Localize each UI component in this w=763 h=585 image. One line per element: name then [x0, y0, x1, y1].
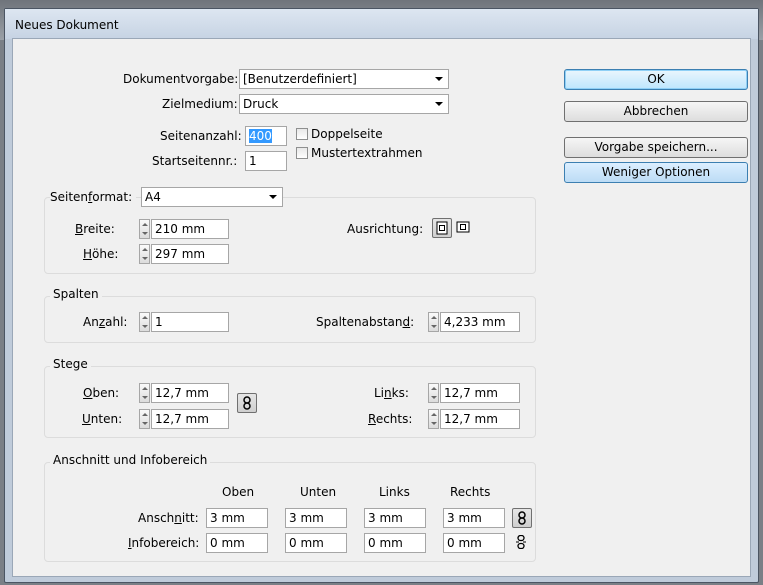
dialog-body: Dokumentvorgabe: [Benutzerdefiniert] Zie… [12, 38, 751, 577]
margin-bottom-input[interactable]: 12,7 mm [151, 409, 229, 429]
bleed-top-input[interactable]: 3 mm [206, 508, 268, 528]
bleed-left-input[interactable]: 3 mm [364, 508, 426, 528]
start-page-value: 1 [249, 154, 257, 168]
gutter-input[interactable]: 4,233 mm [440, 312, 520, 332]
height-label: Höhe: [83, 247, 119, 261]
pages-value: 400 [249, 129, 272, 143]
slug-right-input[interactable]: 0 mm [443, 533, 505, 553]
chevron-down-icon [269, 195, 277, 199]
portrait-page-icon [436, 221, 448, 235]
bleed-top-value: 3 mm [210, 511, 245, 525]
cancel-button[interactable]: Abbrechen [564, 101, 748, 122]
link-bleed-button[interactable] [512, 508, 532, 528]
new-document-dialog: Neues Dokument Dokumentvorgabe: [Benutze… [4, 8, 759, 583]
broken-chain-link-icon [516, 535, 526, 549]
chain-link-icon [518, 511, 526, 525]
width-value: 210 mm [155, 222, 206, 236]
page-size-value: A4 [145, 190, 161, 204]
portrait-orientation-button[interactable] [432, 218, 452, 238]
landscape-orientation-button[interactable] [453, 218, 473, 238]
slug-top-input[interactable]: 0 mm [206, 533, 268, 553]
margin-right-input[interactable]: 12,7 mm [440, 409, 520, 429]
pages-input[interactable]: 400 [245, 126, 287, 146]
margin-left-label: Links: [374, 386, 409, 400]
margin-bottom-stepper[interactable] [139, 409, 150, 429]
width-input[interactable]: 210 mm [151, 219, 229, 239]
intent-value: Druck [243, 97, 279, 111]
page-size-dropdown[interactable]: A4 [141, 187, 283, 207]
margin-right-label: Rechts: [368, 412, 413, 426]
orientation-label: Ausrichtung: [347, 222, 424, 236]
column-count-label: Anzahl: [83, 315, 128, 329]
width-label: Breite: [75, 222, 115, 236]
margin-top-input[interactable]: 12,7 mm [151, 383, 229, 403]
margin-left-stepper[interactable] [428, 383, 439, 403]
margin-bottom-label: Unten: [82, 412, 123, 426]
page-size-label: Seitenformat: [50, 190, 137, 204]
gutter-value: 4,233 mm [444, 315, 506, 329]
chain-link-icon [243, 396, 251, 410]
header-left: Links [379, 485, 410, 499]
margin-left-value: 12,7 mm [444, 386, 498, 400]
slug-left-input[interactable]: 0 mm [364, 533, 426, 553]
chevron-down-icon [435, 77, 443, 81]
header-top: Oben [222, 485, 255, 499]
margin-bottom-value: 12,7 mm [155, 412, 209, 426]
preset-label: Dokumentvorgabe: [123, 72, 239, 86]
margin-top-value: 12,7 mm [155, 386, 209, 400]
link-slug-button[interactable] [512, 533, 532, 553]
title-bar[interactable]: Neues Dokument [5, 9, 758, 39]
margin-left-input[interactable]: 12,7 mm [440, 383, 520, 403]
margins-title: Stege [50, 357, 91, 371]
gutter-label: Spaltenabstand: [316, 315, 415, 329]
dialog-title: Neues Dokument [15, 18, 119, 32]
pages-label: Seitenanzahl: [160, 129, 242, 143]
slug-bottom-input[interactable]: 0 mm [285, 533, 347, 553]
margin-right-value: 12,7 mm [444, 412, 498, 426]
intent-label: Zielmedium: [162, 97, 238, 111]
fewer-options-button[interactable]: Weniger Optionen [564, 162, 748, 183]
column-count-input[interactable]: 1 [151, 312, 229, 332]
slug-right-value: 0 mm [447, 536, 482, 550]
slug-top-value: 0 mm [210, 536, 245, 550]
width-stepper[interactable] [139, 219, 150, 239]
height-input[interactable]: 297 mm [151, 244, 229, 264]
bleed-right-input[interactable]: 3 mm [443, 508, 505, 528]
column-count-value: 1 [155, 315, 163, 329]
height-stepper[interactable] [139, 244, 150, 264]
bleed-label: Anschnitt: [138, 511, 199, 525]
ok-button[interactable]: OK [564, 69, 748, 90]
bleed-right-value: 3 mm [447, 511, 482, 525]
start-page-label: Startseitennr.: [152, 154, 238, 168]
margin-top-label: Oben: [83, 386, 120, 400]
chevron-down-icon [435, 102, 443, 106]
landscape-page-icon [456, 221, 470, 233]
start-page-input[interactable]: 1 [245, 151, 287, 171]
height-value: 297 mm [155, 247, 206, 261]
master-text-frame-label: Mustertextrahmen [311, 146, 423, 160]
preset-dropdown[interactable]: [Benutzerdefiniert] [239, 69, 449, 89]
slug-bottom-value: 0 mm [289, 536, 324, 550]
column-count-stepper[interactable] [139, 312, 150, 332]
margin-right-stepper[interactable] [428, 409, 439, 429]
save-preset-button[interactable]: Vorgabe speichern... [564, 137, 748, 158]
master-text-frame-checkbox[interactable] [296, 147, 308, 159]
preset-value: [Benutzerdefiniert] [243, 72, 357, 86]
gutter-stepper[interactable] [428, 312, 439, 332]
slug-label: Infobereich: [128, 536, 200, 550]
margin-top-stepper[interactable] [139, 383, 150, 403]
header-bottom: Unten [300, 485, 337, 499]
columns-title: Spalten [50, 287, 102, 301]
intent-dropdown[interactable]: Druck [239, 94, 449, 114]
link-margins-button[interactable] [237, 393, 257, 413]
slug-left-value: 0 mm [368, 536, 403, 550]
facing-pages-label: Doppelseite [311, 127, 383, 141]
header-right: Rechts [450, 485, 491, 499]
facing-pages-checkbox[interactable] [296, 128, 308, 140]
bleed-left-value: 3 mm [368, 511, 403, 525]
bleed-bottom-value: 3 mm [289, 511, 324, 525]
bleed-slug-title: Anschnitt und Infobereich [50, 453, 211, 467]
bleed-bottom-input[interactable]: 3 mm [285, 508, 347, 528]
